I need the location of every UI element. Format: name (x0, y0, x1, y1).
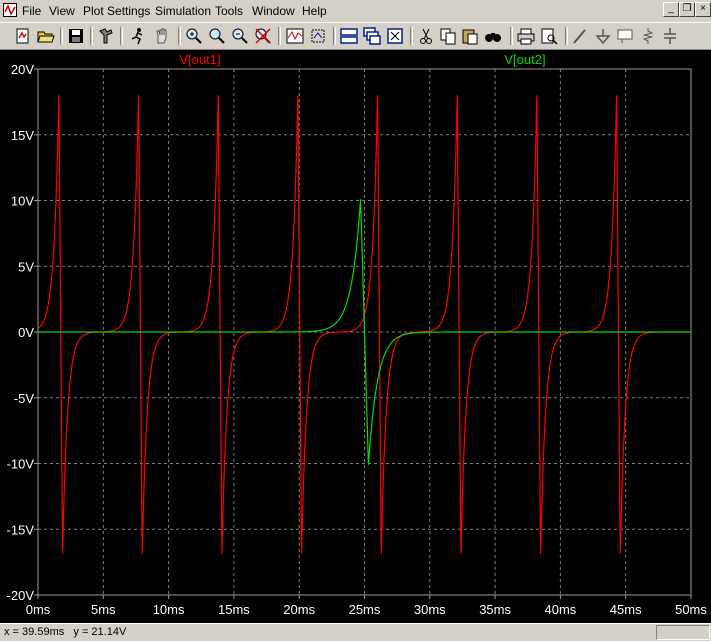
control-panel-icon[interactable] (96, 26, 116, 46)
x-tick-label: 35ms (479, 602, 511, 617)
waveform-chart[interactable]: 0ms 5ms 10ms 15ms 20ms 25ms 30ms 35ms 40ms 45ms 50… (0, 50, 711, 623)
y-tick-label: -15V (7, 522, 35, 537)
print-preview-icon[interactable] (539, 26, 559, 46)
legend-out2: V[out2] (504, 52, 545, 67)
y-tick-label: -20V (7, 588, 35, 603)
x-tick-label: 0ms (26, 602, 51, 617)
close-button[interactable]: × (695, 2, 711, 17)
menu-tools[interactable]: Tools (215, 4, 243, 18)
menu-simulation[interactable]: Simulation (155, 4, 211, 18)
x-tick-label: 45ms (610, 602, 642, 617)
autorange-icon[interactable] (285, 26, 305, 46)
y-tick-label: -5V (14, 391, 35, 406)
draw-wire-icon[interactable] (570, 26, 590, 46)
x-tick-label: 50ms (675, 602, 707, 617)
label-net-icon[interactable] (615, 26, 635, 46)
y-tick-label: -10V (7, 457, 35, 472)
cut-icon[interactable] (416, 26, 436, 46)
menu-file[interactable]: File (22, 4, 41, 18)
open-icon[interactable] (36, 26, 56, 46)
x-tick-label: 25ms (349, 602, 381, 617)
zoom-area-icon[interactable] (184, 26, 204, 46)
legend-out1: V[out1] (179, 52, 220, 67)
x-tick-label: 10ms (153, 602, 185, 617)
ground-icon[interactable] (593, 26, 613, 46)
status-panel (656, 625, 710, 640)
menu-help[interactable]: Help (302, 4, 327, 18)
y-tick-label: 5V (18, 259, 34, 274)
tile-horizontal-icon[interactable] (339, 26, 359, 46)
fit-icon[interactable] (308, 26, 328, 46)
toolbar (0, 22, 711, 50)
status-bar: x = 39.59ms y = 21.14V (0, 623, 711, 641)
close-all-icon[interactable] (385, 26, 405, 46)
find-icon[interactable] (483, 26, 503, 46)
menu-window[interactable]: Window (252, 4, 295, 18)
zoom-out-icon[interactable] (230, 26, 250, 46)
print-icon[interactable] (516, 26, 536, 46)
copy-icon[interactable] (438, 26, 458, 46)
waveform-plot-pane[interactable]: 0ms 5ms 10ms 15ms 20ms 25ms 30ms 35ms 40ms 45ms 50… (0, 50, 711, 623)
x-tick-label: 5ms (91, 602, 116, 617)
x-tick-label: 40ms (545, 602, 577, 617)
app-icon[interactable] (3, 3, 17, 17)
resistor-icon[interactable] (638, 26, 658, 46)
cascade-icon[interactable] (362, 26, 382, 46)
minimize-button[interactable]: _ (663, 2, 679, 17)
x-tick-label: 15ms (218, 602, 250, 617)
y-tick-label: 15V (11, 128, 34, 143)
y-tick-label: 0V (18, 325, 34, 340)
y-tick-label: 10V (11, 194, 34, 209)
x-tick-label: 30ms (414, 602, 446, 617)
menu-bar: File View Plot Settings Simulation Tools… (0, 0, 711, 22)
zoom-cancel-icon[interactable] (253, 26, 273, 46)
new-schematic-icon[interactable] (13, 26, 33, 46)
menu-view[interactable]: View (49, 4, 75, 18)
x-tick-label: 20ms (283, 602, 315, 617)
paste-icon[interactable] (460, 26, 480, 46)
y-tick-label: 20V (11, 62, 34, 77)
cursor-readout: x = 39.59ms y = 21.14V (4, 626, 127, 638)
capacitor-icon[interactable] (660, 26, 680, 46)
restore-button[interactable]: ❐ (679, 2, 695, 17)
zoom-in-icon[interactable] (207, 26, 227, 46)
run-icon[interactable] (128, 26, 148, 46)
save-icon[interactable] (66, 26, 86, 46)
menu-plot-settings[interactable]: Plot Settings (83, 4, 150, 18)
halt-icon[interactable] (152, 26, 172, 46)
